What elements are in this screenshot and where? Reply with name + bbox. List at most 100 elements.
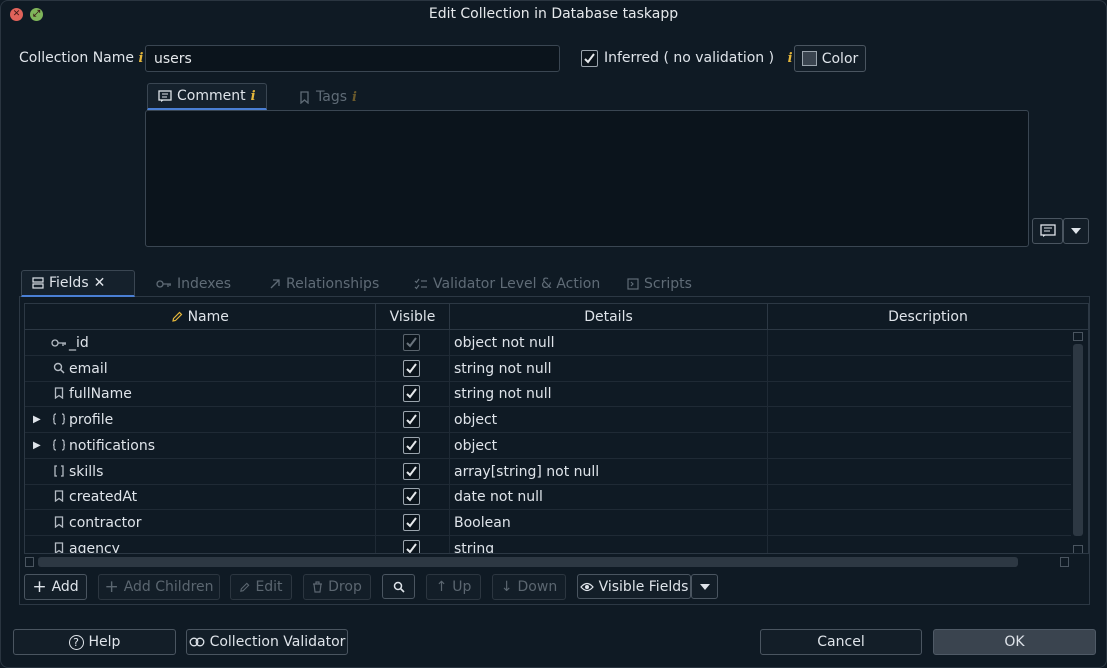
cell-name[interactable]: skills <box>25 458 376 485</box>
horizontal-scrollbar[interactable] <box>25 556 1069 568</box>
visible-checkbox[interactable] <box>403 462 420 480</box>
cell-visible <box>376 458 450 485</box>
arrow-up-right-icon <box>270 279 280 289</box>
cell-name[interactable]: ▶ profile <box>25 407 376 434</box>
comment-options-dropdown[interactable] <box>1063 218 1089 244</box>
cell-description[interactable] <box>768 381 1071 407</box>
comment-format-button[interactable] <box>1032 218 1063 244</box>
table-row[interactable]: contractor Boolean <box>25 509 1071 536</box>
collection-validator-button[interactable]: Collection Validator <box>186 629 348 655</box>
expand-arrow-icon[interactable]: ▶ <box>33 407 41 433</box>
tab-scripts[interactable]: Scripts <box>627 271 692 297</box>
cell-name[interactable]: createdAt <box>25 484 376 511</box>
table-row[interactable]: ▶ notifications object <box>25 432 1071 459</box>
cell-name[interactable]: _id <box>25 330 376 356</box>
cell-description[interactable] <box>768 510 1071 536</box>
close-tab-icon[interactable]: ✕ <box>94 275 106 291</box>
cell-name[interactable]: fullName <box>25 381 376 408</box>
cell-details[interactable]: string not null <box>450 381 768 408</box>
search-button[interactable] <box>382 574 415 599</box>
column-header-name[interactable]: Name <box>25 304 376 330</box>
field-name: contractor <box>69 514 142 531</box>
vertical-scrollbar[interactable] <box>1073 332 1083 553</box>
edit-button[interactable]: Edit <box>230 574 292 600</box>
expand-arrow-icon[interactable]: ▶ <box>33 433 41 459</box>
comment-textarea[interactable] <box>145 110 1029 247</box>
visible-fields-button[interactable]: Visible Fields <box>577 574 691 599</box>
ok-button[interactable]: OK <box>933 629 1096 655</box>
inferred-checkbox[interactable] <box>581 50 598 67</box>
column-header-description[interactable]: Description <box>768 304 1088 330</box>
tab-relationships[interactable]: Relationships <box>269 271 379 297</box>
grid-header: Name Visible Details Description <box>25 304 1088 330</box>
cell-details[interactable]: object <box>450 432 768 459</box>
cell-description[interactable] <box>768 484 1071 510</box>
cell-visible <box>376 535 450 553</box>
visible-checkbox[interactable] <box>403 513 420 531</box>
help-button[interactable]: ? Help <box>13 629 176 655</box>
cell-name[interactable]: ▶ notifications <box>25 432 376 459</box>
add-button[interactable]: + Add <box>24 574 87 600</box>
tab-validator-level[interactable]: Validator Level & Action <box>414 271 600 297</box>
add-children-button[interactable]: + Add Children <box>98 574 220 600</box>
color-swatch-icon <box>801 51 817 66</box>
scroll-left-arrow[interactable] <box>25 557 34 567</box>
scroll-right-arrow[interactable] <box>1060 557 1069 567</box>
cell-details[interactable]: string not null <box>450 355 768 382</box>
horizontal-scroll-thumb[interactable] <box>38 557 1018 567</box>
table-row[interactable]: agency string <box>25 535 1071 553</box>
color-button[interactable]: Color <box>794 45 866 72</box>
move-up-button[interactable]: ↑ Up <box>426 574 481 600</box>
info-icon[interactable]: i <box>134 51 144 66</box>
tab-comment[interactable]: Comment i <box>147 83 267 110</box>
maximize-window-button[interactable]: ⤢ <box>30 8 43 21</box>
cell-description[interactable] <box>768 407 1071 433</box>
close-window-button[interactable]: ✕ <box>10 8 23 21</box>
cell-description[interactable] <box>768 536 1071 553</box>
cell-description[interactable] <box>768 330 1071 356</box>
table-row[interactable]: email string not null <box>25 355 1071 382</box>
visible-checkbox[interactable] <box>403 436 420 454</box>
tag-icon <box>300 90 309 104</box>
table-row[interactable]: fullName string not null <box>25 381 1071 408</box>
visible-checkbox[interactable] <box>403 539 420 553</box>
column-header-visible[interactable]: Visible <box>376 304 450 330</box>
table-row[interactable]: createdAt date not null <box>25 484 1071 511</box>
tab-fields[interactable]: Fields ✕ <box>21 270 135 297</box>
table-row[interactable]: skills array[string] not null <box>25 458 1071 485</box>
cancel-button[interactable]: Cancel <box>760 629 922 655</box>
table-row[interactable]: ▶ profile object <box>25 407 1071 434</box>
tab-indexes[interactable]: Indexes <box>156 271 231 297</box>
plus-icon: + <box>32 577 47 597</box>
cell-details[interactable]: object <box>450 407 768 434</box>
move-down-button[interactable]: ↓ Down <box>492 574 566 600</box>
visible-checkbox[interactable] <box>403 411 420 429</box>
info-icon[interactable]: i <box>774 51 793 66</box>
scroll-down-arrow[interactable] <box>1073 545 1083 553</box>
drop-button[interactable]: Drop <box>303 574 371 600</box>
table-row[interactable]: _id object not null <box>25 330 1071 356</box>
cell-name[interactable]: contractor <box>25 509 376 536</box>
pencil-icon <box>240 582 250 592</box>
cell-description[interactable] <box>768 356 1071 382</box>
cell-description[interactable] <box>768 459 1071 485</box>
cell-name[interactable]: agency <box>25 535 376 553</box>
visible-checkbox[interactable] <box>403 488 420 506</box>
tab-tags[interactable]: Tags i <box>299 84 357 110</box>
visible-fields-dropdown[interactable] <box>691 574 718 599</box>
cell-details[interactable]: Boolean <box>450 509 768 536</box>
info-icon[interactable]: i <box>251 89 256 104</box>
visible-checkbox[interactable] <box>403 359 420 377</box>
vertical-scroll-thumb[interactable] <box>1073 344 1083 536</box>
cell-details[interactable]: date not null <box>450 484 768 511</box>
cell-details[interactable]: string <box>450 535 768 553</box>
collection-name-input[interactable] <box>145 45 560 72</box>
cell-name[interactable]: email <box>25 355 376 382</box>
cell-description[interactable] <box>768 433 1071 459</box>
check-icon <box>584 53 595 64</box>
scroll-up-arrow[interactable] <box>1073 332 1083 341</box>
visible-checkbox[interactable] <box>403 385 420 403</box>
cell-details[interactable]: object not null <box>450 330 768 356</box>
column-header-details[interactable]: Details <box>450 304 768 330</box>
cell-details[interactable]: array[string] not null <box>450 458 768 485</box>
